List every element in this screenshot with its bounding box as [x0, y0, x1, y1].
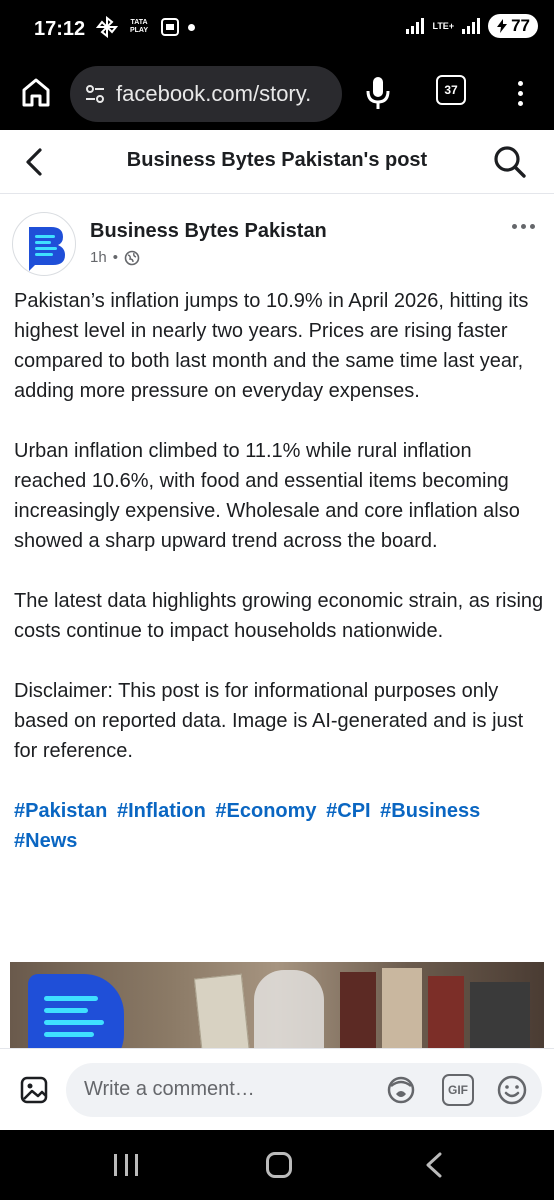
site-settings-icon[interactable]: [84, 83, 106, 105]
status-notification-icons: TATA PLAY: [90, 16, 195, 38]
hashtag-link[interactable]: #Pakistan: [14, 800, 107, 822]
page-title: Business Bytes Pakistan's post: [126, 149, 428, 171]
status-right-icons: LTE+ 77: [406, 14, 538, 38]
search-icon[interactable]: [492, 144, 528, 180]
hashtag-link[interactable]: #Inflation: [117, 800, 206, 822]
emoji-icon[interactable]: [496, 1074, 528, 1106]
brand-logo-icon: [29, 227, 65, 271]
comment-input[interactable]: Write a comment… GIF: [66, 1063, 542, 1117]
post-paragraph: Urban inflation climbed to 11.1% while r…: [14, 440, 520, 552]
logo-stripe: [44, 1008, 88, 1013]
shelf-item: [382, 968, 422, 1052]
post-image[interactable]: [10, 962, 544, 1052]
signal-icon-2: [462, 18, 481, 34]
microphone-icon[interactable]: [362, 74, 394, 112]
carrier-badge: TATA PLAY: [129, 19, 149, 34]
battery-level: 77: [511, 16, 530, 35]
logo-stripe: [44, 1032, 94, 1037]
recent-apps-icon[interactable]: [114, 1154, 138, 1176]
page-header: Business Bytes Pakistan's post: [0, 130, 554, 194]
tab-switcher-button[interactable]: 37: [436, 75, 466, 105]
logo-stripe: [44, 996, 98, 1001]
gif-button[interactable]: GIF: [442, 1074, 474, 1106]
hashtag-link[interactable]: #Business: [380, 800, 480, 822]
notification-dot: [188, 23, 195, 31]
network-type: LTE+: [432, 20, 455, 31]
avatar-sticker-icon[interactable]: [384, 1074, 418, 1106]
post-paragraph: The latest data highlights growing econo…: [14, 590, 544, 642]
post-author[interactable]: Business Bytes Pakistan: [90, 220, 327, 243]
photo-icon[interactable]: [20, 1075, 48, 1105]
status-bar: 17:12 TATA PLAY LTE+ 77: [0, 0, 554, 58]
post-header: Business Bytes Pakistan 1h •: [0, 194, 554, 284]
screenshot-icon: [161, 18, 179, 36]
milk-carton: [193, 973, 251, 1052]
charging-icon: [497, 19, 508, 33]
shelf-item: [340, 972, 376, 1052]
shelf-item: [428, 976, 464, 1052]
status-time: 17:12: [34, 18, 86, 40]
home-button-icon[interactable]: [266, 1152, 292, 1178]
signal-icon: [406, 18, 425, 34]
post-paragraph: Disclaimer: This post is for information…: [14, 680, 524, 762]
post-meta: 1h •: [90, 249, 140, 266]
logo-stripe: [44, 1020, 104, 1025]
globe-icon: [124, 250, 140, 265]
post-time[interactable]: 1h: [90, 249, 107, 266]
hashtag-link[interactable]: #News: [14, 830, 77, 852]
hashtag-link[interactable]: #CPI: [326, 800, 370, 822]
home-icon[interactable]: [18, 74, 54, 110]
pinwheel-icon: [96, 16, 118, 38]
post-text: Pakistan’s inflation jumps to 10.9% in A…: [14, 286, 544, 856]
system-back-icon[interactable]: [424, 1152, 444, 1178]
url-text[interactable]: facebook.com/story.: [116, 81, 311, 107]
browser-toolbar: facebook.com/story. 37: [0, 58, 554, 130]
page-avatar[interactable]: [12, 212, 76, 276]
address-bar[interactable]: facebook.com/story.: [70, 66, 342, 122]
post-options-icon[interactable]: [512, 224, 535, 229]
plastic-bag: [254, 970, 324, 1052]
system-navigation-bar: [0, 1130, 554, 1200]
hashtag-list: #Pakistan #Inflation #Economy #CPI #Busi…: [14, 796, 544, 856]
image-brand-logo: [28, 974, 124, 1052]
comment-bar: Write a comment… GIF: [0, 1048, 554, 1130]
battery-indicator: 77: [488, 14, 538, 38]
browser-menu-icon[interactable]: [510, 74, 530, 112]
meta-separator: •: [112, 249, 118, 266]
hashtag-link[interactable]: #Economy: [215, 800, 316, 822]
shelf-item: [470, 982, 530, 1052]
post-paragraph: Pakistan’s inflation jumps to 10.9% in A…: [14, 290, 529, 402]
comment-placeholder[interactable]: Write a comment…: [84, 1078, 255, 1101]
